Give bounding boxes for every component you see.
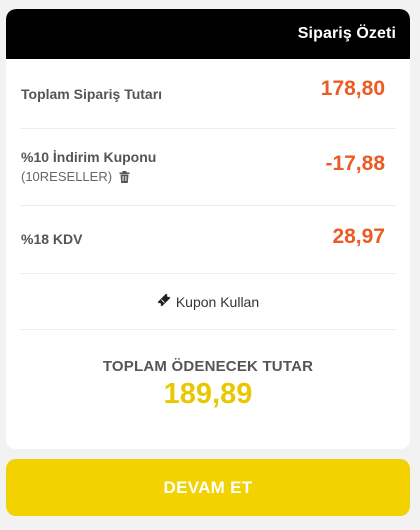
grand-total-value: 189,89 <box>163 378 253 410</box>
continue-button[interactable]: DEVAM ET <box>6 459 410 516</box>
use-coupon-label: Kupon Kullan <box>175 293 260 310</box>
summary-body: Toplam Sipariş Tutarı 178,80 %10 İndirim… <box>6 59 410 411</box>
order-total-label: Toplam Sipariş Tutarı <box>21 86 163 102</box>
use-coupon-link[interactable]: Kupon Kullan <box>20 274 396 330</box>
ticket-icon <box>157 293 171 310</box>
coupon-code-line: (10RESELLER) <box>21 169 130 184</box>
vat-label: %18 KDV <box>21 231 83 247</box>
vat-row: %18 KDV 28,97 <box>20 206 396 274</box>
summary-title: Sipariş Özeti <box>297 25 396 42</box>
vat-value: 28,97 <box>332 225 385 248</box>
grand-total-label: TOPLAM ÖDENECEK TUTAR <box>102 358 314 375</box>
discount-row: %10 İndirim Kuponu (10RESELLER) -17,88 <box>20 129 396 206</box>
grand-total-block: TOPLAM ÖDENECEK TUTAR 189,89 <box>20 330 396 411</box>
trash-icon[interactable] <box>119 170 130 183</box>
summary-header: Sipariş Özeti <box>6 9 410 59</box>
order-total-value: 178,80 <box>320 77 385 100</box>
discount-label: %10 İndirim Kuponu <box>21 149 157 165</box>
order-summary-card: Sipariş Özeti Toplam Sipariş Tutarı 178,… <box>6 9 410 449</box>
discount-value: -17,88 <box>325 152 385 175</box>
order-total-row: Toplam Sipariş Tutarı 178,80 <box>20 59 396 129</box>
coupon-code: (10RESELLER) <box>21 169 113 184</box>
